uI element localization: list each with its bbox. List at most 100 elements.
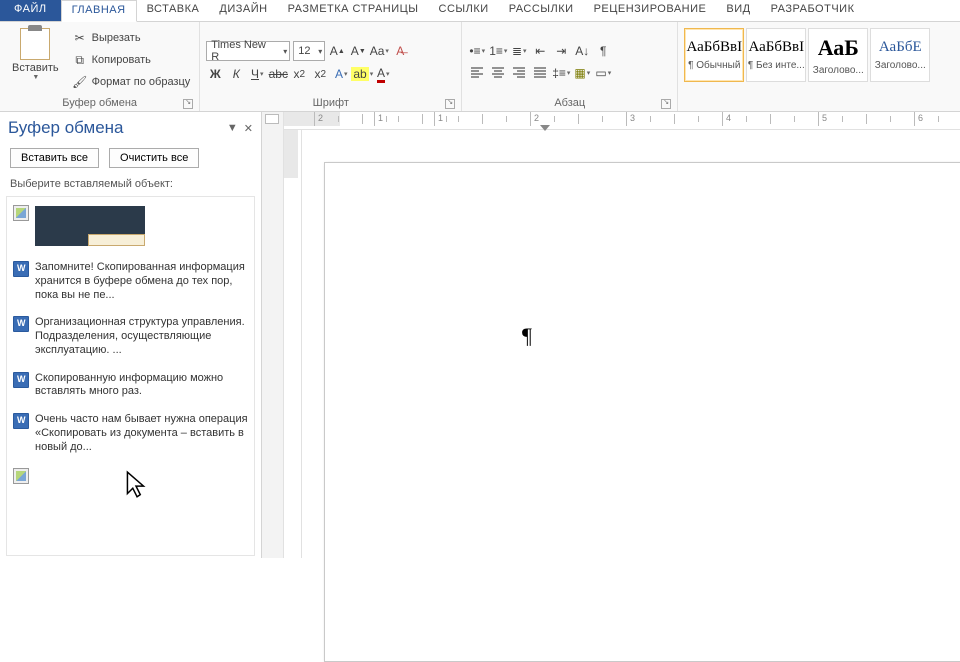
paste-button[interactable]: Вставить ▼ [6,24,65,96]
copy-button[interactable]: ⧉ Копировать [69,50,194,70]
paste-all-button[interactable]: Вставить все [10,148,99,168]
tab-references[interactable]: ССЫЛКИ [429,0,499,21]
font-launcher[interactable] [445,99,455,109]
tab-review[interactable]: РЕЦЕНЗИРОВАНИЕ [584,0,717,21]
shrink-font-button[interactable]: A▼ [349,42,367,60]
decrease-indent-button[interactable]: ⇤ [531,42,549,60]
strikethrough-button[interactable]: abc [269,65,287,83]
align-right-button[interactable] [510,64,528,82]
pane-close-button[interactable]: ✕ [244,122,253,135]
font-color-button[interactable]: A▾ [374,65,392,83]
ribbon: Вставить ▼ ✂ Вырезать ⧉ Копировать 🖌 Формат… [0,22,960,112]
tab-file[interactable]: ФАЙЛ [0,0,61,21]
ribbon-tabs: ФАЙЛ ГЛАВНАЯ ВСТАВКА ДИЗАЙН РАЗМЕТКА СТР… [0,0,960,22]
word-icon [13,413,29,429]
style-normal[interactable]: АаБбВвІ¶ Обычный [684,28,744,82]
clip-list: Запомните! Скопированная информация хран… [6,196,255,556]
paragraph-launcher[interactable] [661,99,671,109]
group-clipboard: Вставить ▼ ✂ Вырезать ⧉ Копировать 🖌 Формат… [0,22,200,111]
clear-all-button[interactable]: Очистить все [109,148,199,168]
picture-icon [13,205,29,221]
group-clipboard-label: Буфер обмена [62,97,137,109]
cut-label: Вырезать [92,32,141,44]
style-heading2[interactable]: АаБбЕЗаголово... [870,28,930,82]
tab-design[interactable]: ДИЗАЙН [209,0,277,21]
pane-menu-button[interactable]: ▼ [227,122,238,135]
group-styles: АаБбВвІ¶ Обычный АаБбВвІ¶ Без инте... Аа… [678,22,960,111]
increase-indent-button[interactable]: ⇥ [552,42,570,60]
horizontal-ruler[interactable] [284,112,960,130]
document-area [262,112,960,558]
chevron-down-icon: ▼ [32,74,39,81]
bold-button[interactable]: Ж [206,65,224,83]
cut-button[interactable]: ✂ Вырезать [69,28,194,48]
numbering-button[interactable]: 1≡▾ [489,42,507,60]
highlight-button[interactable]: ab▾ [353,65,371,83]
align-left-button[interactable] [468,64,486,82]
indent-marker[interactable] [540,125,550,131]
clip-item[interactable]: Очень часто нам бывает нужна операция «С… [11,409,250,464]
navigation-gutter [262,112,284,558]
pane-title: Буфер обмена [8,118,124,138]
sort-button[interactable]: A↓ [573,42,591,60]
clipboard-icon [20,28,50,60]
clipboard-launcher[interactable] [183,99,193,109]
clip-text: Очень часто нам бывает нужна операция «С… [35,413,248,454]
copy-icon: ⧉ [72,52,88,68]
clip-text: Скопированную информацию можно вставлять… [35,372,248,400]
clip-item[interactable] [11,464,250,510]
align-center-button[interactable] [489,64,507,82]
clear-formatting-button[interactable]: A̶ [391,42,409,60]
clip-item[interactable] [11,201,250,257]
font-name-select[interactable]: Times New R [206,41,290,61]
workspace: Буфер обмена ▼ ✕ Вставить все Очистить в… [0,112,960,558]
paste-label: Вставить [12,62,59,74]
justify-button[interactable] [531,64,549,82]
copy-label: Копировать [92,54,151,66]
tab-insert[interactable]: ВСТАВКА [137,0,210,21]
italic-button[interactable]: К [227,65,245,83]
split-toggle[interactable] [265,114,279,124]
style-nospacing[interactable]: АаБбВвІ¶ Без инте... [746,28,806,82]
clip-text: Организационная структура управления. По… [35,316,248,357]
brush-icon: 🖌 [72,74,88,90]
cursor-icon [125,470,147,500]
text-effects-button[interactable]: A▾ [332,65,350,83]
style-heading1[interactable]: АаБЗаголово... [808,28,868,82]
word-icon [13,261,29,277]
tab-home[interactable]: ГЛАВНАЯ [61,0,137,22]
group-paragraph: •≡▾ 1≡▾ ≣▾ ⇤ ⇥ A↓ ¶ ‡≡▾ ▦▾ ▭▾ Абзац [462,22,678,111]
format-painter-button[interactable]: 🖌 Формат по образцу [69,72,194,92]
pane-hint: Выберите вставляемый объект: [0,176,261,194]
clip-thumbnail [35,206,145,246]
underline-button[interactable]: Ч▾ [248,65,266,83]
vertical-ruler[interactable] [284,130,302,558]
scissors-icon: ✂ [72,30,88,46]
clip-item[interactable]: Скопированную информацию можно вставлять… [11,368,250,410]
tab-developer[interactable]: РАЗРАБОТЧИК [761,0,865,21]
show-marks-button[interactable]: ¶ [594,42,612,60]
tab-layout[interactable]: РАЗМЕТКА СТРАНИЦЫ [278,0,429,21]
picture-icon [13,468,29,484]
group-paragraph-label: Абзац [554,97,585,109]
paragraph-mark [522,323,532,349]
borders-button[interactable]: ▭▾ [594,64,612,82]
subscript-button[interactable]: x2 [290,65,308,83]
format-painter-label: Формат по образцу [92,76,191,88]
clip-item[interactable]: Организационная структура управления. По… [11,312,250,367]
font-size-select[interactable]: 12 [293,41,325,61]
bullets-button[interactable]: •≡▾ [468,42,486,60]
tab-mailings[interactable]: РАССЫЛКИ [499,0,584,21]
clip-item[interactable]: Запомните! Скопированная информация хран… [11,257,250,312]
change-case-button[interactable]: Aa▾ [370,42,388,60]
grow-font-button[interactable]: A▲ [328,42,346,60]
group-font: Times New R 12 A▲ A▼ Aa▾ A̶ Ж К Ч▾ abc x… [200,22,462,111]
word-icon [13,372,29,388]
multilevel-button[interactable]: ≣▾ [510,42,528,60]
shading-button[interactable]: ▦▾ [573,64,591,82]
group-font-label: Шрифт [313,97,349,109]
document-page[interactable] [324,162,960,662]
superscript-button[interactable]: x2 [311,65,329,83]
tab-view[interactable]: ВИД [716,0,760,21]
line-spacing-button[interactable]: ‡≡▾ [552,64,570,82]
